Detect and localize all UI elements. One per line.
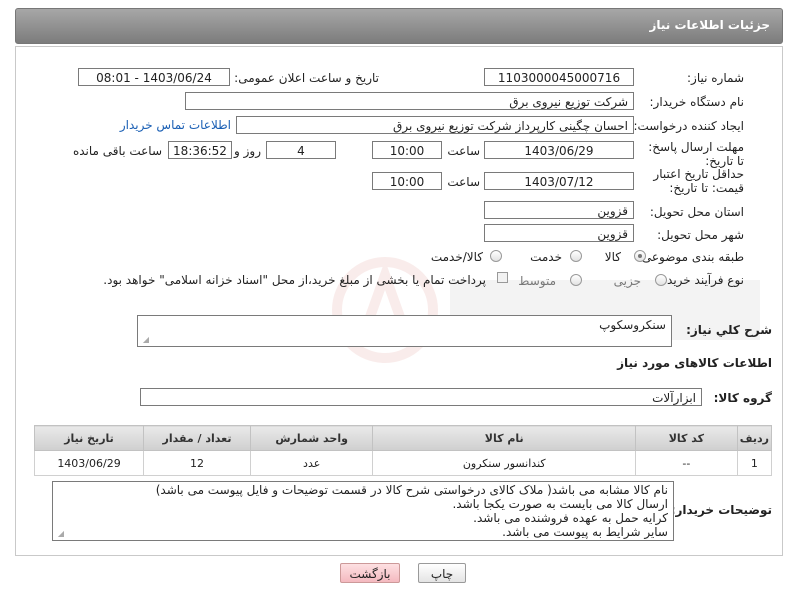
buyer-label: نام دستگاه خریدار: (649, 95, 745, 109)
resize-grip-icon: ◢ (142, 335, 149, 344)
cell-name: کندانسور سنکرون (372, 450, 637, 476)
category-service-radio[interactable] (570, 250, 582, 262)
back-button[interactable]: بازگشت (340, 563, 400, 583)
cell-code: -- (635, 450, 738, 476)
cell-qty: 12 (143, 450, 251, 476)
goods-group-label: گروه کالا: (713, 391, 772, 405)
price-validity-label: حداقل تاریخ اعتبار قیمت: تا تاریخ: (653, 167, 744, 195)
validity-time-label: ساعت (447, 175, 480, 189)
need-details-page: جزئیات اطلاعات نیاز شماره نیاز: 11030000… (0, 0, 789, 598)
remaining-label: ساعت باقی مانده (72, 144, 162, 158)
col-unit-header: واحد شمارش (249, 425, 374, 451)
treasury-payment-note: پرداخت تمام یا بخشی از مبلغ خرید،از محل … (103, 273, 486, 287)
treasury-payment-checkbox[interactable] (497, 272, 508, 283)
col-row-header: ردیف (736, 425, 773, 451)
col-name-header: نام کالا (372, 425, 637, 451)
announce-label: تاریخ و ساعت اعلان عمومی: (234, 71, 379, 85)
city-label: شهر محل تحویل: (657, 228, 744, 242)
buyer-note-line: کرایه حمل به عهده فروشنده می باشد. (473, 511, 668, 525)
resize-grip-icon: ◢ (57, 529, 64, 538)
goods-group-field: ابزارآلات (140, 388, 702, 406)
cell-date: 1403/06/29 (33, 450, 145, 476)
process-minor-radio[interactable] (655, 274, 667, 286)
need-number-field: 1103000045000716 (484, 68, 634, 86)
category-label: طبقه بندی موضوعی: (637, 250, 744, 264)
description-label: شرح كلي نياز: (686, 323, 772, 337)
buyer-note-line: ارسال کالا می بایست به صورت یکجا باشد. (452, 497, 668, 511)
buyer-note-line: سایر شرایط به پیوست می باشد. (502, 525, 668, 539)
buyer-notes-field: نام کالا مشابه می باشد( ملاک کالای درخوا… (52, 481, 674, 541)
process-medium-label: متوسط (518, 274, 556, 288)
reply-time-field: 10:00 (372, 141, 442, 159)
col-date-header: تاریخ نیاز (33, 425, 145, 451)
reply-time-label: ساعت (447, 144, 480, 158)
category-goods-radio[interactable] (634, 250, 646, 262)
remaining-days-field: 4 (266, 141, 336, 159)
buyer-field: شرکت توزیع نیروی برق (185, 92, 634, 110)
process-minor-label: جزیی (613, 274, 641, 288)
page-title: جزئیات اطلاعات نیاز (649, 18, 770, 32)
province-label: استان محل تحویل: (649, 205, 744, 219)
description-text: سنکروسکوپ (599, 318, 666, 332)
days-label: روز و (234, 144, 261, 158)
category-both-radio[interactable] (490, 250, 502, 262)
description-field: سنکروسکوپ ◢ (137, 315, 672, 347)
process-label: نوع فرآیند خرید : (659, 273, 744, 287)
announce-field: 1403/06/24 - 08:01 (78, 68, 230, 86)
category-service-label: خدمت (530, 250, 562, 264)
province-field: قزوین (484, 201, 634, 219)
creator-field: احسان چگینی کارپرداز شرکت توزیع نیروی بر… (236, 116, 634, 134)
validity-date-field: 1403/07/12 (484, 172, 634, 190)
page-header: جزئیات اطلاعات نیاز (15, 8, 783, 44)
col-qty-header: تعداد / مقدار (143, 425, 251, 451)
city-field: قزوین (484, 224, 634, 242)
goods-table: ردیف کد کالا نام کالا واحد شمارش تعداد /… (33, 425, 773, 476)
reply-deadline-label: مهلت ارسال پاسخ: تا تاریخ: (648, 140, 744, 168)
buyer-notes-label: توضیحات خریدار: (670, 503, 772, 517)
table-row: 1 -- کندانسور سنکرون عدد 12 1403/06/29 (33, 450, 773, 476)
buyer-note-line: نام کالا مشابه می باشد( ملاک کالای درخوا… (155, 483, 668, 497)
reply-date-field: 1403/06/29 (484, 141, 634, 159)
print-button[interactable]: چاپ (418, 563, 466, 583)
goods-section-title: اطلاعات کالاهای مورد نیاز (617, 356, 772, 370)
process-medium-radio[interactable] (570, 274, 582, 286)
need-number-label: شماره نیاز: (687, 71, 744, 85)
creator-label: ایجاد کننده درخواست: (633, 119, 744, 133)
col-code-header: کد کالا (635, 425, 738, 451)
table-header-row: ردیف کد کالا نام کالا واحد شمارش تعداد /… (33, 425, 773, 451)
remaining-time-field: 18:36:52 (168, 141, 232, 159)
cell-unit: عدد (249, 450, 374, 476)
cell-row: 1 (736, 450, 773, 476)
validity-time-field: 10:00 (372, 172, 442, 190)
category-goods-label: کالا (604, 250, 621, 264)
buyer-contact-link[interactable]: اطلاعات تماس خریدار (120, 118, 231, 132)
category-both-label: کالا/خدمت (430, 250, 483, 264)
